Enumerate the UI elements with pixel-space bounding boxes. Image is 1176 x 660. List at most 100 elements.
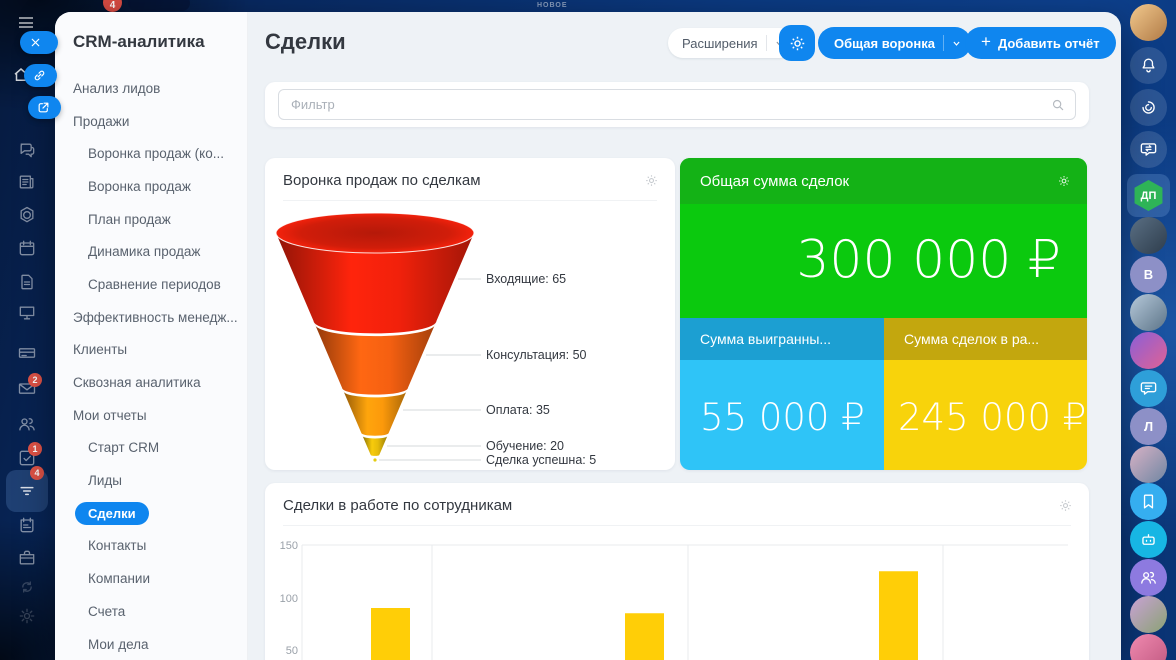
kpi-deals-in-progress[interactable]: Сумма сделок в ра... 245 000 ₽ — [884, 318, 1087, 470]
automation-icon[interactable] — [17, 577, 37, 597]
left-rail-active-tile[interactable]: 4 — [6, 470, 48, 512]
calendar-icon[interactable] — [17, 238, 37, 258]
settings-icon[interactable] — [17, 606, 37, 626]
badge-count: 1 — [28, 442, 42, 456]
bar[interactable] — [625, 613, 664, 660]
chat-bubble-icon[interactable] — [1130, 370, 1167, 407]
kpi-value: 245 000 ₽ — [898, 396, 1086, 439]
sidebar-item-invoices[interactable]: Счета — [55, 595, 248, 628]
kpi-total-deals[interactable]: Общая сумма сделок 300 000 ₽ — [680, 158, 1087, 318]
chat-icon[interactable] — [17, 140, 37, 160]
card-settings-icon[interactable] — [1058, 498, 1073, 513]
card-settings-icon[interactable] — [644, 173, 659, 188]
sidebar-item-sales[interactable]: Продажи — [55, 105, 248, 138]
contact-initial-l[interactable]: Л — [1130, 408, 1167, 445]
bookmark-icon[interactable] — [1130, 483, 1167, 520]
robot-icon[interactable] — [1130, 521, 1167, 558]
document-icon[interactable] — [17, 272, 37, 292]
x-icon — [29, 36, 42, 49]
user-avatar[interactable] — [1130, 4, 1167, 41]
new-label: НОВОЕ — [537, 2, 568, 9]
sidebar-item-sales-plan[interactable]: План продаж — [55, 203, 248, 236]
kpi-value: 55 000 ₽ — [700, 396, 865, 439]
add-report-button[interactable]: + Добавить отчёт — [965, 27, 1116, 59]
dp-workspace[interactable]: ДП — [1127, 174, 1170, 217]
sidebar-item-end-to-end-analytics[interactable]: Сквозная аналитика — [55, 366, 248, 399]
crm-icon[interactable] — [17, 205, 37, 225]
copilot-icon[interactable] — [1130, 89, 1167, 126]
contact-avatar[interactable] — [1130, 446, 1167, 483]
funnel-segment[interactable] — [373, 458, 376, 461]
sidebar-item-label: Сравнение периодов — [88, 277, 221, 292]
contact-avatar[interactable] — [1130, 332, 1167, 369]
sidebar-item-my-activities[interactable]: Мои дела — [55, 628, 248, 660]
news-icon[interactable] — [17, 172, 37, 192]
card-settings-icon[interactable] — [1057, 174, 1071, 188]
funnel-segment[interactable] — [343, 391, 406, 436]
briefcase-icon[interactable] — [17, 548, 37, 568]
sidebar-item-start-crm[interactable]: Старт CRM — [55, 432, 248, 465]
sidebar-item-my-reports[interactable]: Мои отчеты — [55, 399, 248, 432]
bar[interactable] — [371, 608, 410, 660]
hamburger-menu-icon[interactable] — [19, 17, 33, 28]
funnel-selector-button[interactable]: Общая воронка — [818, 27, 971, 59]
sidebar-item-leads[interactable]: Лиды — [55, 464, 248, 497]
sidebar-item-label: Воронка продаж (ко... — [88, 146, 224, 161]
sidebar-item-clients[interactable]: Клиенты — [55, 334, 248, 367]
bar[interactable] — [879, 571, 918, 660]
sidebar-item-deals[interactable]: Сделки — [55, 497, 248, 530]
main-content: Сделки Расширения Общая воронка + Добави… — [248, 12, 1121, 660]
settings-icon — [17, 606, 37, 626]
people-icon — [1139, 568, 1158, 587]
sidebar-item-sales-funnel[interactable]: Воронка продаж — [55, 170, 248, 203]
contact-avatar[interactable] — [1130, 217, 1167, 254]
sidebar-item-label: Компании — [88, 571, 150, 586]
divider — [766, 35, 767, 51]
people-icon[interactable] — [17, 414, 37, 434]
kpi-won-deals[interactable]: Сумма выигранны... 55 000 ₽ — [680, 318, 884, 470]
open-external-button[interactable] — [28, 96, 61, 119]
search-icon[interactable] — [1051, 98, 1065, 112]
sidebar-item-manager-efficiency[interactable]: Эффективность менедж... — [55, 301, 248, 334]
sidebar-item-lead-analysis[interactable]: Анализ лидов — [55, 72, 248, 105]
top-bar-pill — [128, 0, 190, 11]
extensions-button[interactable]: Расширения — [668, 28, 794, 58]
close-panel-button[interactable] — [20, 31, 58, 54]
calendar-alt-icon[interactable] — [17, 515, 37, 535]
contact-initial-v[interactable]: В — [1130, 256, 1167, 293]
copy-link-button[interactable] — [24, 64, 57, 87]
card-icon[interactable] — [17, 343, 37, 363]
sidebar-item-sales-funnel-conv[interactable]: Воронка продаж (ко... — [55, 137, 248, 170]
dashboard-settings-button[interactable] — [779, 25, 815, 61]
people-icon[interactable] — [1130, 559, 1167, 596]
sidebar-item-label: Эффективность менедж... — [73, 310, 238, 325]
display-icon[interactable] — [17, 303, 37, 323]
sidebar-item-period-comparison[interactable]: Сравнение периодов — [55, 268, 248, 301]
sidebar-item-companies[interactable]: Компании — [55, 562, 248, 595]
y-axis-tick: 150 — [280, 540, 298, 552]
funnel-segment[interactable] — [315, 324, 435, 395]
contact-avatar[interactable] — [1130, 634, 1167, 660]
kpi-title: Общая сумма сделок — [700, 173, 1057, 190]
transfer-chat-icon — [1139, 140, 1158, 159]
bar-chart: 150 100 50 — [278, 538, 1076, 660]
sidebar-item-label: Динамика продаж — [88, 244, 200, 259]
tasks-icon[interactable]: 1 — [17, 448, 37, 468]
y-axis-tick: 50 — [286, 645, 298, 657]
sidebar-menu: Анализ лидовПродажи Воронка продаж (ко...… — [55, 72, 248, 660]
funnel-segment[interactable] — [363, 436, 388, 456]
contact-avatar[interactable] — [1130, 596, 1167, 633]
bell-icon[interactable] — [1130, 47, 1167, 84]
filter-input[interactable] — [278, 89, 1076, 120]
y-axis-tick: 100 — [280, 593, 298, 605]
contact-avatar[interactable] — [1130, 294, 1167, 331]
calendar-alt-icon — [17, 515, 37, 535]
sidebar-title: CRM-аналитика — [73, 32, 205, 52]
sidebar-item-sales-dynamics[interactable]: Динамика продаж — [55, 235, 248, 268]
sidebar-item-label: Мои отчеты — [73, 408, 147, 423]
funnel-card-title: Воронка продаж по сделкам — [283, 172, 481, 189]
mail-icon[interactable]: 2 — [17, 379, 37, 399]
sidebar-item-contacts[interactable]: Контакты — [55, 530, 248, 563]
chat-bubble-icon — [1139, 379, 1158, 398]
transfer-chat-icon[interactable] — [1130, 131, 1167, 168]
